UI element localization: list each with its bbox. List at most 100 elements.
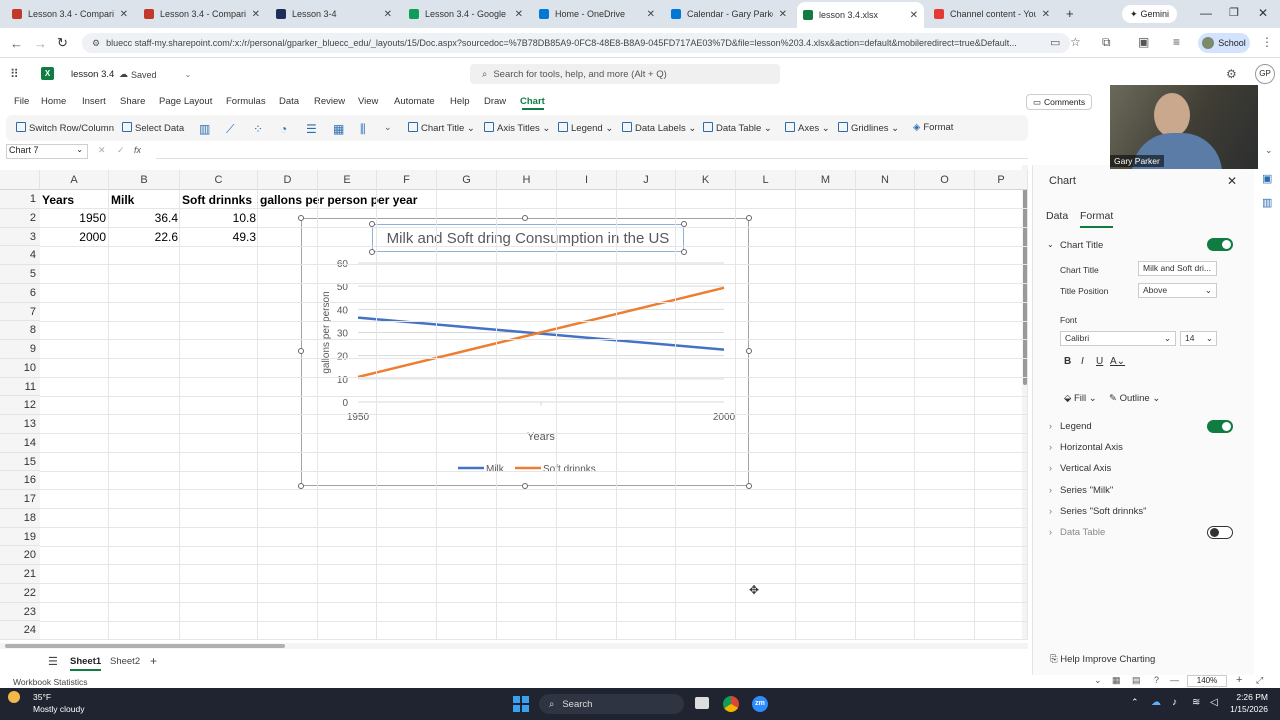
resize-handle[interactable] <box>298 215 304 221</box>
resize-handle[interactable] <box>522 483 528 489</box>
help-improve-charting[interactable]: ⎘ Help Improve Charting <box>1050 654 1155 665</box>
row-header[interactable]: 1 <box>0 190 40 209</box>
tray-chevron-icon[interactable]: ⌃ <box>1131 697 1139 708</box>
reload-icon[interactable]: ↻ <box>57 35 68 51</box>
pane-tab-data[interactable]: Data <box>1046 210 1068 222</box>
close-tab-icon[interactable]: ✕ <box>910 10 918 21</box>
charts-dropdown-icon[interactable]: ⌄ <box>384 122 392 133</box>
browser-tab[interactable]: Lesson 3.4 - Comparing ✕ <box>6 3 134 25</box>
row-header[interactable]: 5 <box>0 265 40 284</box>
font-color-icon[interactable]: A⌄ <box>1110 356 1125 367</box>
close-window-icon[interactable]: ✕ <box>1258 6 1268 20</box>
gemini-button[interactable]: ✦ Gemini <box>1122 5 1177 23</box>
fill-button[interactable]: ⬙ Fill ⌄ <box>1064 393 1097 404</box>
forward-icon[interactable]: → <box>34 36 47 51</box>
section-vertical-axis[interactable]: Vertical Axis <box>1060 463 1111 474</box>
new-tab-button[interactable]: + <box>1066 6 1074 21</box>
settings-gear-icon[interactable]: ⚙ <box>1226 67 1237 81</box>
row-header[interactable]: 15 <box>0 452 40 472</box>
resize-handle[interactable] <box>369 221 375 227</box>
browser-tab[interactable]: Lesson 3.4 - Comparing ✕ <box>138 3 266 25</box>
clock-time[interactable]: 2:26 PM <box>1226 692 1268 702</box>
menu-help[interactable]: Help <box>450 96 470 107</box>
cast-icon[interactable]: ▭ <box>1050 36 1060 49</box>
url-bar[interactable]: ⚙ bluecc staff-my.sharepoint.com/:x:/r/p… <box>82 33 1070 53</box>
maximize-window-icon[interactable]: ❐ <box>1229 6 1239 19</box>
axis-titles-menu[interactable]: Axis Titles ⌄ <box>484 122 550 134</box>
gridlines-menu[interactable]: Gridlines ⌄ <box>838 122 899 134</box>
pie-chart-icon[interactable]: ◔ <box>280 122 287 136</box>
horizontal-scroll-thumb[interactable] <box>5 644 285 648</box>
onedrive-icon[interactable]: ☁ <box>1151 697 1161 708</box>
menu-draw[interactable]: Draw <box>484 96 506 107</box>
menu-view[interactable]: View <box>358 96 378 107</box>
sheet-tab-sheet1[interactable]: Sheet1 <box>70 656 102 671</box>
chart-title-input[interactable]: Milk and Soft dri... <box>1138 261 1217 276</box>
data-table-menu[interactable]: Data Table ⌄ <box>703 122 772 134</box>
all-sheets-icon[interactable]: ☰ <box>48 655 58 668</box>
profile-button[interactable]: School <box>1198 33 1250 53</box>
title-position-select[interactable]: Above ⌄ <box>1138 283 1217 298</box>
browser-tab[interactable]: Calendar - Gary Parker ✕ <box>665 3 793 25</box>
bold-icon[interactable]: B <box>1064 356 1071 367</box>
font-name-select[interactable]: Calibri ⌄ <box>1060 331 1176 346</box>
column-chart-icon[interactable]: ▥ <box>199 122 210 136</box>
row-header[interactable]: 3 <box>0 227 40 247</box>
resize-handle[interactable] <box>681 249 687 255</box>
chart-title-menu[interactable]: Chart Title ⌄ <box>408 122 475 134</box>
scatter-chart-icon[interactable]: ⁘ <box>253 122 263 136</box>
split-view-icon[interactable]: ▣ <box>1138 35 1149 49</box>
workbook-statistics[interactable]: Workbook Statistics <box>13 677 87 687</box>
row-header[interactable]: 14 <box>0 433 40 453</box>
column-header-i[interactable]: I <box>557 170 617 190</box>
cell-B1[interactable]: Milk <box>111 191 134 209</box>
resize-handle[interactable] <box>522 215 528 221</box>
close-tab-icon[interactable]: ✕ <box>1042 9 1050 20</box>
row-header[interactable]: 9 <box>0 340 40 359</box>
row-header[interactable]: 6 <box>0 283 40 303</box>
column-header-n[interactable]: N <box>856 170 915 190</box>
app-launcher-icon[interactable]: ⠿ <box>10 67 19 81</box>
row-header[interactable]: 18 <box>0 508 40 528</box>
file-name[interactable]: lesson 3.4 <box>71 69 114 80</box>
column-header-b[interactable]: B <box>109 170 180 190</box>
extensions-icon[interactable]: ⧉ <box>1102 35 1111 50</box>
bookmark-star-icon[interactable]: ☆ <box>1070 35 1081 49</box>
row-header[interactable]: 8 <box>0 321 40 340</box>
column-header-o[interactable]: O <box>915 170 975 190</box>
more-charts-icon[interactable]: ⫼ <box>360 122 366 137</box>
weather-icon[interactable] <box>8 691 20 703</box>
cell-C2[interactable]: 10.8 <box>182 209 256 227</box>
row-header[interactable]: 20 <box>0 546 40 565</box>
wifi-icon[interactable]: ≋ <box>1192 697 1200 708</box>
cell-B3[interactable]: 22.6 <box>111 228 178 246</box>
user-avatar[interactable]: GP <box>1255 64 1275 84</box>
section-legend[interactable]: Legend <box>1060 421 1092 432</box>
task-view-icon[interactable] <box>695 697 709 709</box>
data-labels-menu[interactable]: Data Labels ⌄ <box>622 122 696 134</box>
volume-icon[interactable]: ◁ <box>1210 697 1218 708</box>
row-header[interactable]: 19 <box>0 527 40 547</box>
search-input[interactable]: ⌕ Search for tools, help, and more (Alt +… <box>470 64 780 84</box>
row-header[interactable]: 12 <box>0 396 40 415</box>
column-header-f[interactable]: F <box>377 170 437 190</box>
row-header[interactable]: 7 <box>0 302 40 322</box>
media-control-icon[interactable]: ≡ <box>1173 35 1180 49</box>
menu-home[interactable]: Home <box>41 96 66 107</box>
cell-A2[interactable]: 1950 <box>42 209 106 227</box>
cell-D1[interactable]: gallons per person per year <box>260 191 417 209</box>
add-sheet-button[interactable]: + <box>150 654 157 668</box>
browser-tab[interactable]: Lesson 3.4 - Google Sh ✕ <box>403 3 529 25</box>
cell-C1[interactable]: Soft drinnks <box>182 191 252 209</box>
cancel-formula-icon[interactable]: ✕ <box>98 145 106 156</box>
microphone-icon[interactable]: ♪ <box>1172 697 1177 708</box>
row-header[interactable]: 24 <box>0 621 40 640</box>
column-header-c[interactable]: C <box>180 170 258 190</box>
cell-C3[interactable]: 49.3 <box>182 228 256 246</box>
resize-handle[interactable] <box>746 348 752 354</box>
data-table-toggle[interactable] <box>1207 526 1233 539</box>
section-horizontal-axis[interactable]: Horizontal Axis <box>1060 442 1123 453</box>
row-header[interactable]: 23 <box>0 602 40 622</box>
zoom-in-icon[interactable]: + <box>1236 674 1242 686</box>
zoom-out-icon[interactable]: — <box>1170 675 1179 685</box>
